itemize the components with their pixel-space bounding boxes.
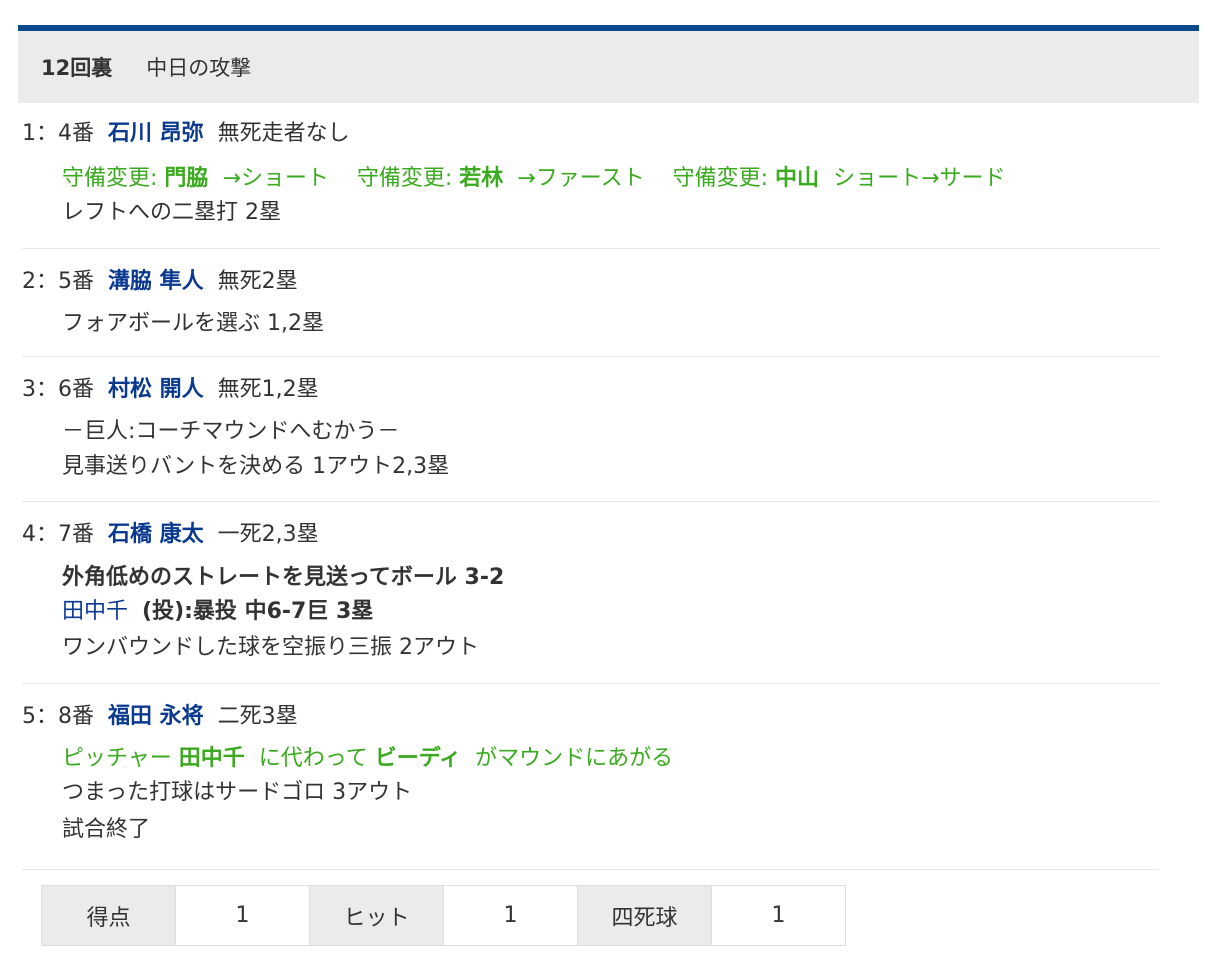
defense-change-label: 守備変更: bbox=[356, 166, 453, 191]
batter-number: 4：7番 bbox=[22, 522, 94, 547]
batter-line: 1：4番 石川 昂弥 無死走者なし bbox=[22, 120, 350, 148]
batter-line: 5：8番 福田 永将 二死3塁 bbox=[22, 703, 298, 731]
note-text: －巨人:コーチマウンドへむかう－ bbox=[62, 419, 400, 444]
walks-value: 1 bbox=[711, 885, 846, 946]
defense-change-player: 中山 bbox=[775, 166, 820, 191]
batter-name-link[interactable]: 石川 昂弥 bbox=[108, 121, 204, 146]
inning-label: 12回裏 bbox=[41, 56, 113, 80]
batter-name-link[interactable]: 石橋 康太 bbox=[108, 522, 204, 547]
at-bat-item: 3：6番 村松 開人 無死1,2塁 －巨人:コーチマウンドへむかう－ 見事送りバント… bbox=[22, 356, 1159, 502]
game-end-text: 試合終了 bbox=[62, 817, 151, 842]
result-text: 見事送りバントを決める 1アウト2,3塁 bbox=[62, 454, 450, 479]
pitcher-change-from: 田中千 bbox=[178, 746, 245, 771]
pitch-text: 外角低めのストレートを見送ってボール 3-2 bbox=[62, 565, 505, 590]
defense-change-label: 守備変更: bbox=[62, 166, 158, 191]
result-text: フォアボールを選ぶ 1,2塁 bbox=[62, 311, 324, 336]
at-bat-item: 1：4番 石川 昂弥 無死走者なし 守備変更: 門脇 →ショート 守備変更: 若林 … bbox=[22, 103, 1159, 249]
inning-header: 12回裏 中日の攻撃 bbox=[18, 31, 1199, 103]
defense-change-position: →ショート bbox=[222, 166, 329, 191]
batter-number: 5：8番 bbox=[22, 704, 94, 729]
defense-change-player: 門脇 bbox=[164, 166, 209, 191]
pitcher-change-pre: ピッチャー bbox=[62, 746, 172, 771]
batter-line: 4：7番 石橋 康太 一死2,3塁 bbox=[22, 521, 319, 549]
defense-change-position: ショート→サード bbox=[833, 166, 1006, 191]
runs-label: 得点 bbox=[41, 885, 176, 946]
hits-value: 1 bbox=[443, 885, 578, 946]
hits-label: ヒット bbox=[309, 885, 444, 946]
pitcher-change-to: ビーディ bbox=[374, 746, 462, 771]
at-bat-item: 5：8番 福田 永将 二死3塁 ピッチャー 田中千 に代わって ビーディ がマウンド… bbox=[22, 683, 1159, 870]
defense-change-label: 守備変更: bbox=[672, 166, 769, 191]
defense-change-line: 守備変更: 門脇 →ショート 守備変更: 若林 →ファースト 守備変更: 中山 … bbox=[62, 165, 1006, 193]
situation-text: 無死2塁 bbox=[217, 269, 298, 294]
at-bat-item: 2：5番 溝脇 隼人 無死2塁 フォアボールを選ぶ 1,2塁 bbox=[22, 248, 1159, 357]
result-text: レフトへの二塁打 2塁 bbox=[62, 200, 281, 225]
attack-team-label: 中日の攻撃 bbox=[146, 56, 252, 80]
result-text: ワンバウンドした球を空振り三振 2アウト bbox=[62, 635, 479, 660]
error-line: 田中千 (投):暴投 中6-7巨 3塁 bbox=[62, 598, 373, 626]
inning-panel: 12回裏 中日の攻撃 bbox=[18, 25, 1199, 103]
situation-text: 無死1,2塁 bbox=[217, 377, 319, 402]
batter-line: 3：6番 村松 開人 無死1,2塁 bbox=[22, 376, 319, 404]
pitcher-change-line: ピッチャー 田中千 に代わって ビーディ がマウンドにあがる bbox=[62, 745, 673, 773]
batter-name-link[interactable]: 村松 開人 bbox=[108, 377, 204, 402]
pitcher-name-link[interactable]: 田中千 bbox=[62, 599, 128, 624]
runs-value: 1 bbox=[175, 885, 310, 946]
error-text: (投):暴投 中6-7巨 3塁 bbox=[142, 599, 374, 624]
defense-change-player: 若林 bbox=[459, 166, 504, 191]
batter-line: 2：5番 溝脇 隼人 無死2塁 bbox=[22, 268, 298, 296]
summary-row: 得点 1 ヒット 1 四死球 1 bbox=[41, 885, 846, 946]
batter-name-link[interactable]: 溝脇 隼人 bbox=[108, 269, 204, 294]
situation-text: 二死3塁 bbox=[217, 704, 298, 729]
walks-label: 四死球 bbox=[577, 885, 712, 946]
pitcher-change-post: がマウンドにあがる bbox=[475, 746, 674, 771]
batter-number: 3：6番 bbox=[22, 377, 94, 402]
batter-name-link[interactable]: 福田 永将 bbox=[108, 704, 204, 729]
result-text: つまった打球はサードゴロ 3アウト bbox=[62, 780, 413, 805]
inning-summary-table: 得点 1 ヒット 1 四死球 1 bbox=[41, 885, 846, 946]
situation-text: 無死走者なし bbox=[217, 121, 350, 146]
at-bat-item: 4：7番 石橋 康太 一死2,3塁 外角低めのストレートを見送ってボール 3-2 田… bbox=[22, 501, 1159, 684]
defense-change-position: →ファースト bbox=[517, 166, 645, 191]
batter-number: 2：5番 bbox=[22, 269, 94, 294]
situation-text: 一死2,3塁 bbox=[217, 522, 319, 547]
batter-number: 1：4番 bbox=[22, 121, 94, 146]
pitcher-change-mid: に代わって bbox=[258, 746, 368, 771]
